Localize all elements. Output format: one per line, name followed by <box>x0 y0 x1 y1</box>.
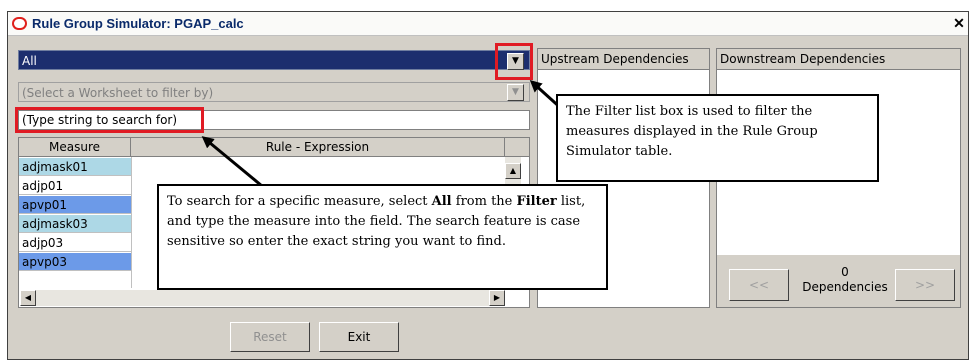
search-callout-arrow <box>201 136 263 188</box>
search-callout-text-2: from the <box>451 194 517 209</box>
search-callout-text-1: To search for a specific measure, select <box>167 194 432 209</box>
search-callout-all: All <box>431 194 452 209</box>
search-callout-filter: Filter <box>516 194 557 209</box>
search-callout: To search for a specific measure, select… <box>157 184 608 290</box>
filter-callout-text: The Filter list box is used to filter th… <box>566 104 818 159</box>
filter-callout: The Filter list box is used to filter th… <box>556 94 879 182</box>
